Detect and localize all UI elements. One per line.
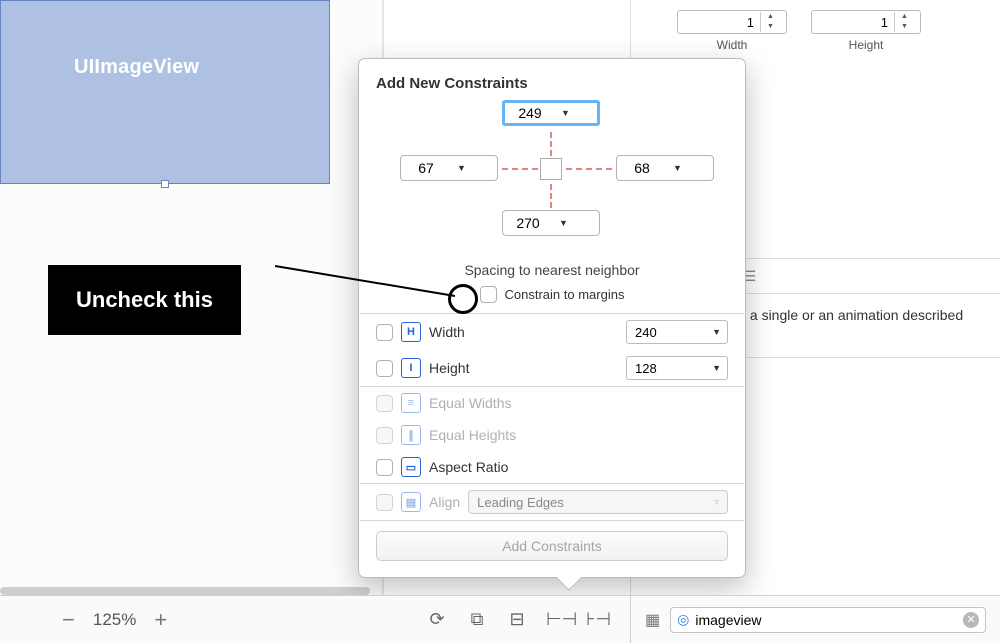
width-label: Width (717, 38, 748, 52)
resolve-issues-icon[interactable]: ⊦⊣ (586, 609, 608, 630)
height-constraint-icon: I (401, 358, 421, 378)
update-frames-icon[interactable]: ⟳ (426, 609, 448, 630)
pin-tool-icon[interactable]: ⊢⊣ (546, 609, 568, 630)
constrain-margins-checkbox[interactable] (480, 286, 497, 303)
align-tool-icon[interactable]: ⊟ (506, 609, 528, 630)
aspect-ratio-label: Aspect Ratio (429, 459, 508, 475)
width-value-field[interactable]: ▼ (626, 320, 728, 344)
align-icon: ▤ (401, 492, 421, 512)
uiimageview-element[interactable]: UIImageView (0, 0, 330, 184)
leading-strut[interactable] (502, 168, 538, 170)
height-option-label: Height (429, 360, 469, 376)
library-search-input[interactable] (695, 612, 963, 628)
aspect-ratio-checkbox[interactable] (376, 459, 393, 476)
height-checkbox[interactable] (376, 360, 393, 377)
align-label: Align (429, 494, 460, 510)
width-stepper[interactable]: ▲▼ (677, 10, 787, 34)
equal-heights-icon: ∥ (401, 425, 421, 445)
width-field[interactable] (678, 15, 760, 30)
spacing-caption: Spacing to nearest neighbor (360, 262, 744, 278)
zoom-out-button[interactable]: − (62, 607, 75, 633)
search-target-icon: ◎ (677, 611, 689, 628)
annotation-callout: Uncheck this (48, 265, 241, 335)
embed-in-icon[interactable]: ⧉ (466, 609, 488, 630)
align-checkbox (376, 494, 393, 511)
width-option-label: Width (429, 324, 465, 340)
pin-diagram: ▼ ▼ ▼ ▼ (360, 98, 744, 260)
add-constraints-popover: Add New Constraints ▼ ▼ ▼ ▼ Spacing to n… (358, 58, 746, 578)
resize-handle-bottom[interactable] (161, 180, 169, 188)
bottom-spacing-field[interactable]: ▼ (502, 210, 600, 236)
height-label: Height (849, 38, 884, 52)
equal-heights-checkbox (376, 427, 393, 444)
clear-search-icon[interactable]: ✕ (963, 612, 979, 628)
trailing-spacing-field[interactable]: ▼ (616, 155, 714, 181)
add-constraints-button: Add Constraints (376, 531, 728, 561)
leading-spacing-field[interactable]: ▼ (400, 155, 498, 181)
aspect-ratio-icon: ▭ (401, 457, 421, 477)
align-select: Leading Edges▿ (468, 490, 728, 514)
top-strut[interactable] (550, 132, 552, 156)
zoom-level[interactable]: 125% (93, 610, 136, 630)
bottom-strut[interactable] (550, 184, 552, 208)
equal-widths-checkbox (376, 395, 393, 412)
height-stepper[interactable]: ▲▼ (811, 10, 921, 34)
horizontal-scrollbar[interactable] (0, 587, 370, 595)
height-field[interactable] (812, 15, 894, 30)
library-grid-icon[interactable]: ▦ (645, 610, 660, 630)
library-search[interactable]: ◎ ✕ (670, 607, 986, 633)
equal-widths-label: Equal Widths (429, 395, 511, 411)
top-spacing-field[interactable]: ▼ (502, 100, 600, 126)
bottom-toolbar: − 125% + ⟳ ⧉ ⊟ ⊢⊣ ⊦⊣ ▦ ◎ ✕ (0, 595, 1000, 643)
trailing-strut[interactable] (566, 168, 612, 170)
width-constraint-icon: H (401, 322, 421, 342)
equal-widths-icon: ≡ (401, 393, 421, 413)
pin-center-icon (540, 158, 562, 180)
popover-title: Add New Constraints (360, 73, 744, 98)
element-label: UIImageView (74, 56, 199, 79)
height-value-field[interactable]: ▼ (626, 356, 728, 380)
width-checkbox[interactable] (376, 324, 393, 341)
equal-heights-label: Equal Heights (429, 427, 516, 443)
constrain-margins-label: Constrain to margins (505, 287, 625, 302)
zoom-in-button[interactable]: + (154, 607, 167, 633)
